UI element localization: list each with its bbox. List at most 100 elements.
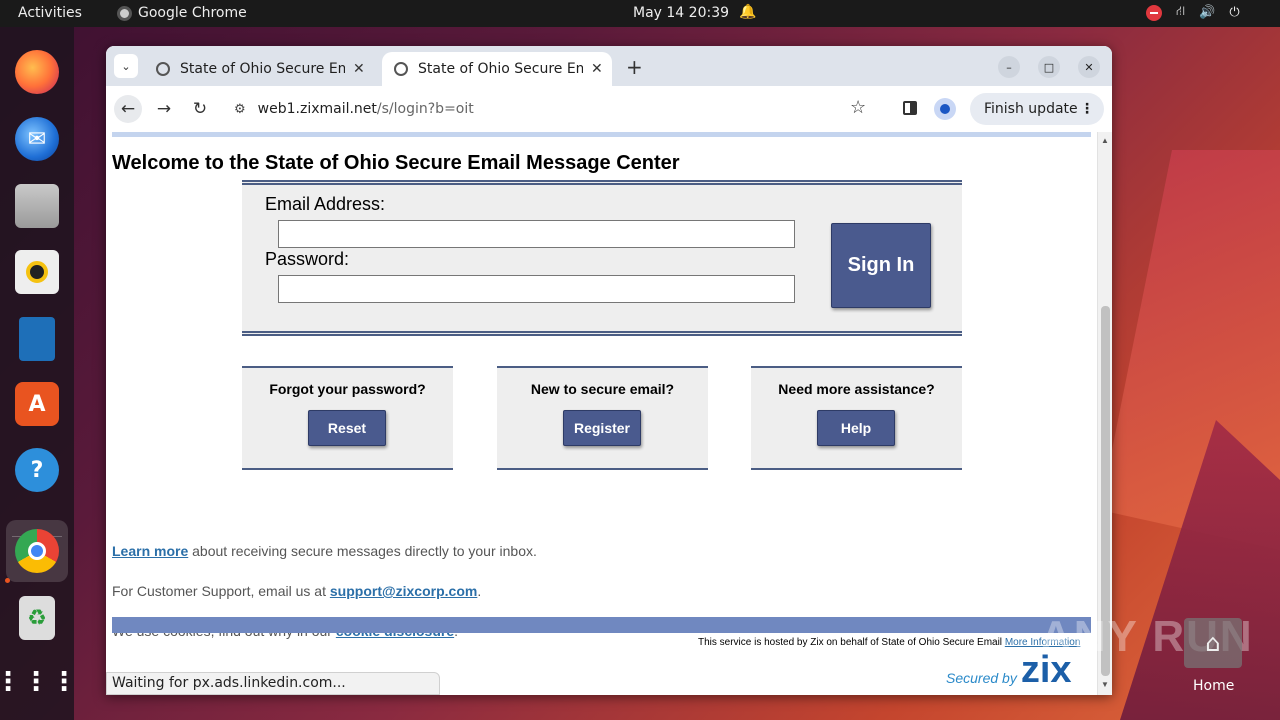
bell-icon: 🔔 [739,4,757,20]
page-scrollbar[interactable]: ▲ ▼ [1097,132,1112,695]
top-bar: Activities Google Chrome May 14 20:39 🔔 … [0,0,1280,27]
maximize-button[interactable]: □ [1038,56,1060,78]
dock-writer[interactable] [12,314,62,364]
side-panel-icon[interactable] [903,101,917,115]
close-icon[interactable]: ✕ [591,61,603,77]
arrow-left-icon: ← [120,99,136,119]
learn-more-link[interactable]: Learn more [112,543,188,559]
help-icon: ? [15,448,59,492]
files-icon [15,184,59,228]
support-end: . [477,583,482,599]
running-indicator [5,578,10,583]
hosted-notice: This service is hosted by Zix on behalf … [698,637,1080,648]
reset-button[interactable]: Reset [308,410,386,446]
dock-files[interactable] [12,181,62,231]
bookmark-star-icon[interactable]: ☆ [850,97,866,118]
url-path: /s/login?b=oit [376,101,474,117]
profile-icon[interactable] [934,98,956,120]
support-email-link[interactable]: support@zixcorp.com [330,583,477,599]
support-text: For Customer Support, email us at [112,583,330,599]
home-folder-icon[interactable]: ⌂ [1184,618,1242,668]
password-field[interactable] [278,275,795,303]
chrome-icon [117,5,132,21]
tab-2[interactable]: State of Ohio Secure Em ✕ [382,52,612,86]
page-viewport: Welcome to the State of Ohio Secure Emai… [106,132,1112,695]
panel-question: Need more assistance? [778,381,935,397]
email-label: Email Address: [265,194,386,214]
app-center-icon: A [15,382,59,426]
firefox-icon [15,50,59,94]
footer-bar [112,617,1091,633]
help-button[interactable]: Help [817,410,895,446]
do-not-disturb-icon [1146,4,1162,21]
grid-icon: ⋮⋮⋮ [0,667,79,697]
writer-icon [19,317,55,361]
dock-show-apps[interactable]: ⋮⋮⋮ [0,657,79,707]
address-bar[interactable]: ⚙ web1.zixmail.net /s/login?b=oit [224,93,884,125]
power-icon: ⏻ [1229,5,1240,20]
tab-1[interactable]: State of Ohio Secure Em ✕ [144,52,374,86]
login-form: Email Address: Password: Sign In [242,180,962,336]
learn-more-text: about receiving secure messages directly… [188,543,537,559]
scroll-down-icon[interactable]: ▼ [1101,680,1109,689]
scroll-up-icon[interactable]: ▲ [1101,136,1109,145]
finish-update-button[interactable]: Finish update ⋮ [970,93,1104,125]
close-icon[interactable]: ✕ [353,61,365,77]
app-menu[interactable]: Google Chrome [117,5,247,21]
secured-by-text: Secured by [946,670,1017,686]
new-user-panel: New to secure email? Register [497,366,708,470]
back-button[interactable]: ← [114,95,142,123]
reload-icon: ↻ [192,99,208,119]
trash-icon: ♻ [19,596,55,640]
activities-button[interactable]: Activities [18,5,82,21]
register-button[interactable]: Register [563,410,641,446]
dock-firefox[interactable] [12,47,62,97]
panel-question: Forgot your password? [269,381,426,397]
new-tab-button[interactable]: + [626,55,643,79]
chevron-down-icon: ⌄ [121,59,131,73]
rhythmbox-icon [15,250,59,294]
password-label: Password: [265,249,350,269]
hosted-text: This service is hosted by Zix on behalf … [698,637,1005,648]
support-line: For Customer Support, email us at suppor… [112,583,481,599]
url-host: web1.zixmail.net [257,101,377,117]
browser-window: ⌄ State of Ohio Secure Em ✕ State of Ohi… [106,46,1112,695]
tab-strip: ⌄ State of Ohio Secure Em ✕ State of Ohi… [106,46,1112,86]
network-icon: ⛙ [1176,4,1186,19]
site-info-icon[interactable]: ⚙ [234,102,246,117]
dock: ✉ A ? ♻ ⋮⋮⋮ [0,27,79,720]
dock-app-center[interactable]: A [12,379,62,429]
chrome-icon [15,529,59,573]
tab-search-button[interactable]: ⌄ [114,54,138,78]
header-rule [112,132,1091,137]
minimize-button[interactable]: – [998,56,1020,78]
globe-icon [156,62,170,76]
reload-button[interactable]: ↻ [186,95,214,123]
email-field[interactable] [278,220,795,248]
finish-update-label: Finish update [984,101,1078,117]
forward-button[interactable]: → [150,95,178,123]
dock-chrome[interactable] [6,520,68,582]
clock[interactable]: May 14 20:39 [633,5,729,21]
tab-title: State of Ohio Secure Em [180,61,345,77]
dock-help[interactable]: ? [12,445,62,495]
learn-more-line: Learn more about receiving secure messag… [112,543,537,559]
forgot-password-panel: Forgot your password? Reset [242,366,453,470]
page-title: Welcome to the State of Ohio Secure Emai… [112,152,680,174]
system-tray[interactable]: ⛙ 🔊 ⏻ [1146,4,1240,21]
globe-icon [394,62,408,76]
browser-toolbar: ← → ↻ ⚙ web1.zixmail.net /s/login?b=oit … [106,86,1112,132]
dock-rhythmbox[interactable] [12,247,62,297]
status-bubble: Waiting for px.ads.linkedin.com... [106,672,440,695]
dock-trash[interactable]: ♻ [12,593,62,643]
kebab-menu-icon: ⋮ [1080,101,1094,117]
thunderbird-icon: ✉ [15,117,59,161]
close-window-button[interactable]: ✕ [1078,56,1100,78]
tab-title: State of Ohio Secure Em [418,61,583,77]
dock-thunderbird[interactable]: ✉ [12,114,62,164]
assistance-panel: Need more assistance? Help [751,366,962,470]
home-label: Home [1193,678,1235,694]
sign-in-button[interactable]: Sign In [831,223,931,308]
volume-icon: 🔊 [1199,5,1216,20]
app-name: Google Chrome [138,5,247,21]
